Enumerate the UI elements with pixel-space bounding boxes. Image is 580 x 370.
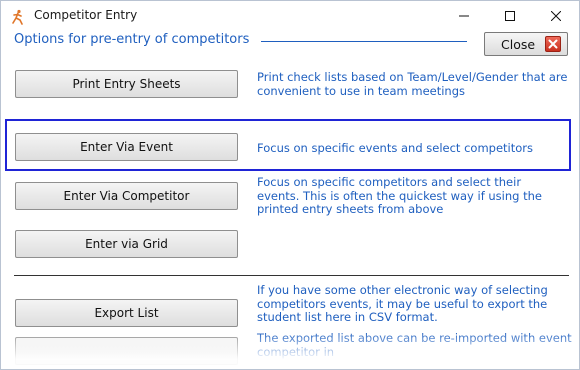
import-list-button[interactable] <box>15 337 238 365</box>
close-icon <box>551 11 561 21</box>
print-entry-sheets-desc: Print check lists based on Team/Level/Ge… <box>257 70 568 98</box>
minimize-button[interactable] <box>441 1 487 31</box>
export-list-label: Export List <box>94 306 159 320</box>
import-list-desc: The exported list above can be re-import… <box>257 331 572 359</box>
enter-via-event-label: Enter Via Event <box>80 140 173 154</box>
close-button[interactable]: Close <box>484 32 568 56</box>
enter-via-competitor-desc: Focus on specific competitors and select… <box>257 175 542 216</box>
maximize-button[interactable] <box>487 1 533 31</box>
enter-via-grid-button[interactable]: Enter via Grid <box>15 230 238 258</box>
enter-via-event-button[interactable]: Enter Via Event <box>15 133 238 161</box>
red-close-icon <box>545 36 561 52</box>
close-button-label: Close <box>501 37 536 52</box>
enter-via-competitor-label: Enter Via Competitor <box>63 189 190 203</box>
export-list-button[interactable]: Export List <box>15 299 238 327</box>
competitor-entry-window: Competitor Entry Options for pre-entry o… <box>0 0 580 370</box>
enter-via-grid-label: Enter via Grid <box>85 237 168 251</box>
enter-via-event-desc: Focus on specific events and select comp… <box>257 141 534 155</box>
minimize-icon <box>459 15 469 17</box>
print-entry-sheets-button[interactable]: Print Entry Sheets <box>15 70 238 98</box>
section-divider <box>14 275 569 276</box>
enter-via-competitor-button[interactable]: Enter Via Competitor <box>15 182 238 210</box>
header-rule <box>261 41 467 42</box>
maximize-icon <box>505 11 515 21</box>
title-bar: Competitor Entry <box>1 1 579 31</box>
window-close-button[interactable] <box>533 1 579 31</box>
options-header: Options for pre-entry of competitors <box>14 32 250 47</box>
app-runner-icon <box>12 9 23 25</box>
print-entry-sheets-label: Print Entry Sheets <box>72 77 181 91</box>
export-list-desc: If you have some other electronic way of… <box>257 283 548 324</box>
window-title: Competitor Entry <box>34 8 138 22</box>
